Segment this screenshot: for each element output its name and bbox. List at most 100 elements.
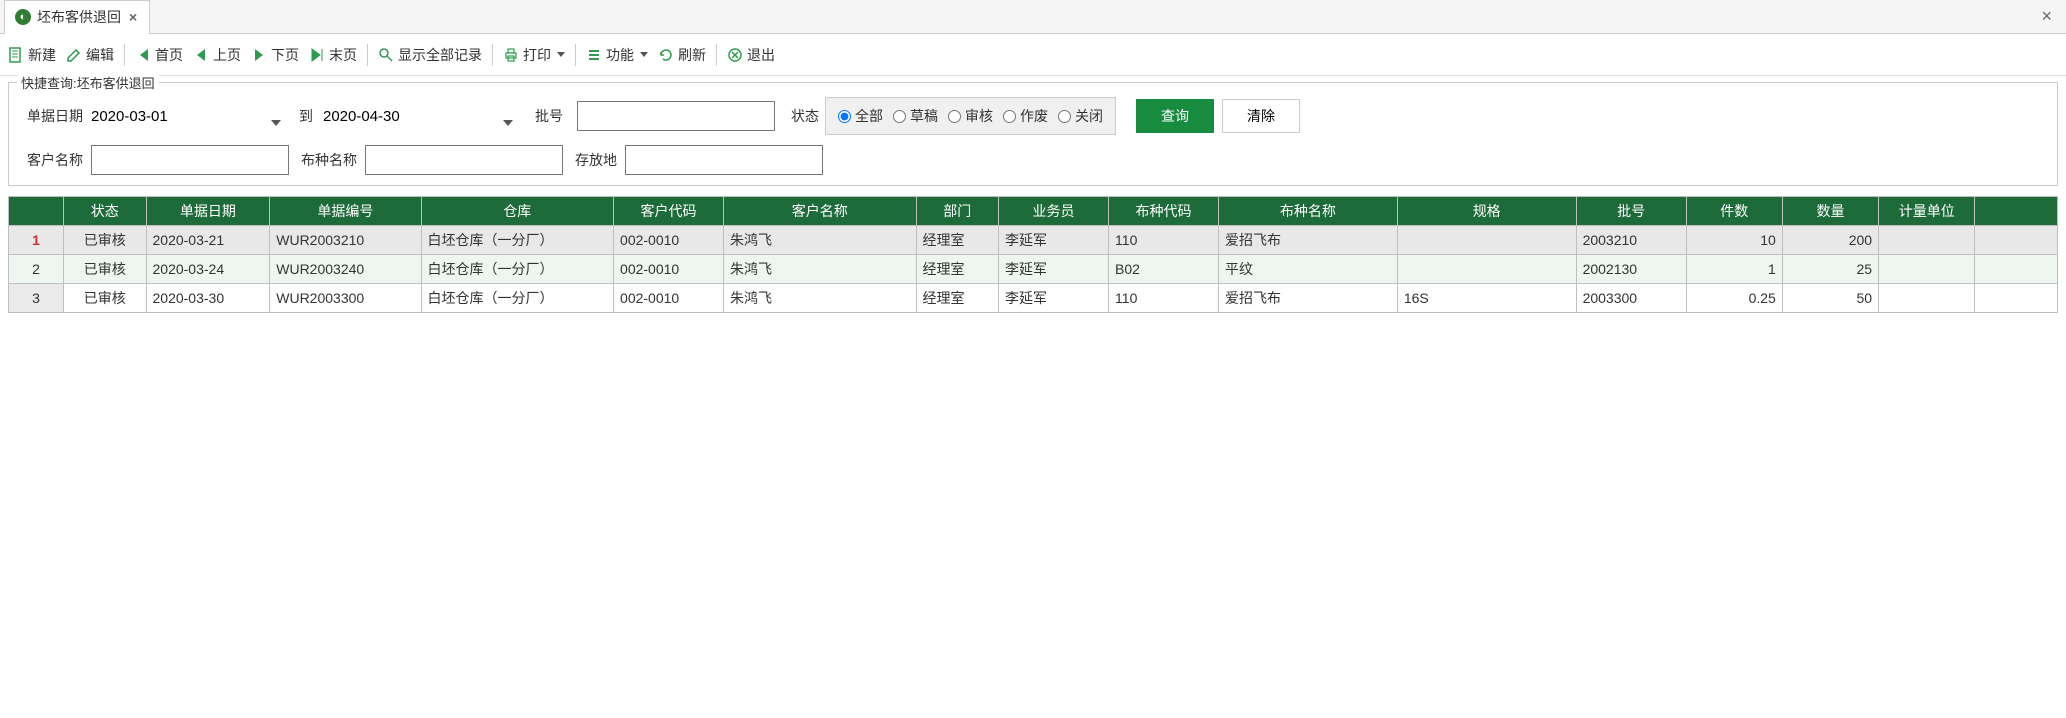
print-button[interactable]: 打印 [503,45,565,65]
cell-fabric-name[interactable]: 爱招飞布 [1219,226,1398,255]
status-draft[interactable]: 草稿 [893,106,938,126]
table-row[interactable]: 3已审核2020-03-30WUR2003300白坯仓库（一分厂）002-001… [9,284,2058,313]
cell-batch[interactable]: 2003300 [1576,284,1686,313]
col-index[interactable] [9,197,64,226]
cell-fabric-code[interactable]: 110 [1109,226,1219,255]
cell-sales[interactable]: 李延军 [999,284,1109,313]
cell-fabric-code[interactable]: 110 [1109,284,1219,313]
cell-batch[interactable]: 2003210 [1576,226,1686,255]
row-number[interactable]: 3 [9,284,64,313]
row-number[interactable]: 2 [9,255,64,284]
cell-doc-date[interactable]: 2020-03-21 [146,226,270,255]
cell-cust-code[interactable]: 002-0010 [614,255,724,284]
row-number[interactable]: 1 [9,226,64,255]
status-audit[interactable]: 审核 [948,106,993,126]
cell-sales[interactable]: 李延军 [999,255,1109,284]
search-button[interactable]: 查询 [1136,99,1214,133]
date-from-input[interactable] [91,108,289,125]
cell-fabric-code[interactable]: B02 [1109,255,1219,284]
date-from-field[interactable] [91,108,289,125]
cust-input[interactable] [91,145,289,175]
function-button[interactable]: 功能 [586,45,648,65]
fabric-input[interactable] [365,145,563,175]
cell-status[interactable]: 已审核 [64,226,147,255]
col-spec[interactable]: 规格 [1397,197,1576,226]
cell-doc-no[interactable]: WUR2003210 [270,226,421,255]
cell-pcs[interactable]: 0.25 [1686,284,1782,313]
tab-active[interactable]: ◐ 坯布客供退回 × [4,0,150,34]
col-qty[interactable]: 数量 [1782,197,1878,226]
col-doc-no[interactable]: 单据编号 [270,197,421,226]
status-all[interactable]: 全部 [838,106,883,126]
cell-doc-date[interactable]: 2020-03-30 [146,284,270,313]
cell-cust-name[interactable]: 朱鸿飞 [724,255,917,284]
cell-dept[interactable]: 经理室 [916,255,999,284]
cell-pcs[interactable]: 1 [1686,255,1782,284]
cell-doc-no[interactable]: WUR2003240 [270,255,421,284]
prev-page-button[interactable]: 上页 [193,45,241,65]
first-page-button[interactable]: 首页 [135,45,183,65]
cell-sales[interactable]: 李延军 [999,226,1109,255]
cell-extra[interactable] [1975,226,2058,255]
col-doc-date[interactable]: 单据日期 [146,197,270,226]
cell-fabric-name[interactable]: 爱招飞布 [1219,284,1398,313]
cell-cust-code[interactable]: 002-0010 [614,284,724,313]
cell-warehouse[interactable]: 白坯仓库（一分厂） [421,284,614,313]
cell-doc-no[interactable]: WUR2003300 [270,284,421,313]
cell-dept[interactable]: 经理室 [916,226,999,255]
date-to-field[interactable] [323,108,521,125]
cell-unit[interactable] [1879,226,1975,255]
status-closed[interactable]: 关闭 [1058,106,1103,126]
col-fabric-code[interactable]: 布种代码 [1109,197,1219,226]
col-batch[interactable]: 批号 [1576,197,1686,226]
cell-status[interactable]: 已审核 [64,284,147,313]
cell-extra[interactable] [1975,284,2058,313]
table-row[interactable]: 2已审核2020-03-24WUR2003240白坯仓库（一分厂）002-001… [9,255,2058,284]
status-void[interactable]: 作废 [1003,106,1048,126]
col-status[interactable]: 状态 [64,197,147,226]
cell-spec[interactable] [1397,226,1576,255]
next-page-button[interactable]: 下页 [251,45,299,65]
cell-qty[interactable]: 50 [1782,284,1878,313]
cell-extra[interactable] [1975,255,2058,284]
cell-cust-code[interactable]: 002-0010 [614,226,724,255]
new-button[interactable]: 新建 [8,45,56,65]
clear-button[interactable]: 清除 [1222,99,1300,133]
date-to-input[interactable] [323,108,521,125]
tab-close-icon[interactable]: × [127,9,139,25]
cell-warehouse[interactable]: 白坯仓库（一分厂） [421,226,614,255]
col-sales[interactable]: 业务员 [999,197,1109,226]
cell-batch[interactable]: 2002130 [1576,255,1686,284]
batch-input[interactable] [577,101,775,131]
window-close-icon[interactable]: × [2035,6,2058,27]
cell-warehouse[interactable]: 白坯仓库（一分厂） [421,255,614,284]
cell-spec[interactable]: 16S [1397,284,1576,313]
cell-qty[interactable]: 200 [1782,226,1878,255]
cell-pcs[interactable]: 10 [1686,226,1782,255]
edit-button[interactable]: 编辑 [66,45,114,65]
cell-fabric-name[interactable]: 平纹 [1219,255,1398,284]
cell-doc-date[interactable]: 2020-03-24 [146,255,270,284]
col-unit[interactable]: 计量单位 [1879,197,1975,226]
last-page-button[interactable]: 末页 [309,45,357,65]
cell-dept[interactable]: 经理室 [916,284,999,313]
col-cust-code[interactable]: 客户代码 [614,197,724,226]
col-pcs[interactable]: 件数 [1686,197,1782,226]
col-warehouse[interactable]: 仓库 [421,197,614,226]
col-fabric-name[interactable]: 布种名称 [1219,197,1398,226]
col-dept[interactable]: 部门 [916,197,999,226]
cell-cust-name[interactable]: 朱鸿飞 [724,284,917,313]
cell-unit[interactable] [1879,284,1975,313]
refresh-button[interactable]: 刷新 [658,45,706,65]
col-extra[interactable] [1975,197,2058,226]
cell-unit[interactable] [1879,255,1975,284]
show-all-button[interactable]: 显示全部记录 [378,45,482,65]
cell-qty[interactable]: 25 [1782,255,1878,284]
table-row[interactable]: 1已审核2020-03-21WUR2003210白坯仓库（一分厂）002-001… [9,226,2058,255]
cell-status[interactable]: 已审核 [64,255,147,284]
cell-cust-name[interactable]: 朱鸿飞 [724,226,917,255]
col-cust-name[interactable]: 客户名称 [724,197,917,226]
cell-spec[interactable] [1397,255,1576,284]
exit-button[interactable]: 退出 [727,45,775,65]
location-input[interactable] [625,145,823,175]
